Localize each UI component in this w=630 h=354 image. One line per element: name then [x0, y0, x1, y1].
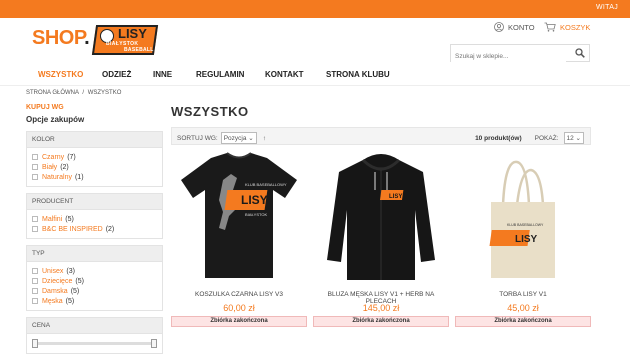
nav-item-kontakt[interactable]: KONTAKT — [265, 70, 304, 79]
svg-text:BIAŁYSTOK: BIAŁYSTOK — [245, 212, 267, 217]
sort-label: SORTUJ WG: — [177, 134, 218, 142]
filter-option[interactable]: Czarny (7) — [32, 152, 157, 162]
logo-sport-text: BASEBALL — [124, 47, 154, 53]
checkbox[interactable] — [32, 278, 38, 284]
main-nav: WSZYSTKO ODZIEŻ INNE REGULAMIN KONTAKT S… — [0, 70, 630, 82]
sidebar-heading: KUPUJ WG — [26, 104, 64, 111]
product-image[interactable]: KLUB BASEBALLOWY LISY BIAŁYSTOK — [171, 150, 307, 285]
product-card[interactable]: LISY BLUZA MĘSKA LISY V1 + HERB NA PLECA… — [313, 150, 449, 330]
filter-option[interactable]: Biały (2) — [32, 162, 157, 172]
slider-min-handle[interactable] — [32, 339, 38, 348]
product-image[interactable]: LISY — [313, 150, 449, 285]
status-badge: Zbiórka zakończona — [455, 316, 591, 327]
limit-select[interactable]: 12 ⌄ — [563, 132, 584, 144]
filter-box-producent: Malfini (5) B&C BE INSPIRED (2) — [26, 210, 163, 239]
account-link[interactable]: KONTO — [494, 22, 535, 32]
checkbox[interactable] — [32, 226, 38, 232]
svg-text:KLUB BASEBALLOWY: KLUB BASEBALLOWY — [245, 182, 287, 187]
search-input[interactable] — [451, 48, 566, 65]
filter-option[interactable]: Naturalny (1) — [32, 172, 157, 182]
nav-divider — [0, 85, 630, 86]
product-name[interactable]: KOSZULKA CZARNA LISY V3 — [171, 291, 307, 298]
filter-box-typ: Unisex (3) Dziecięce (5) Damska (5) Męska (5… — [26, 262, 163, 311]
nav-item-strona-klubu[interactable]: STRONA KLUBU — [326, 70, 390, 79]
sidebar-subheading: Opcje zakupów — [26, 115, 85, 124]
page-title: WSZYSTKO — [171, 104, 249, 119]
search-box — [450, 44, 590, 65]
checkbox[interactable] — [32, 154, 38, 160]
checkbox[interactable] — [32, 164, 38, 170]
breadcrumb-home[interactable]: STRONA GŁÓWNA — [26, 90, 79, 96]
checkbox[interactable] — [32, 174, 38, 180]
breadcrumb: STRONA GŁÓWNA / WSZYSTKO — [26, 90, 121, 96]
filter-box-kolor: Czarny (7) Biały (2) Naturalny (1) — [26, 148, 163, 187]
cart-link[interactable]: KOSZYK — [544, 22, 590, 32]
filter-option[interactable]: Malfini (5) — [32, 214, 157, 224]
search-icon[interactable] — [575, 48, 585, 58]
user-icon — [494, 22, 504, 32]
svg-text:KLUB BASEBALLOWY: KLUB BASEBALLOWY — [507, 223, 544, 227]
checkbox[interactable] — [32, 216, 38, 222]
sort-select[interactable]: Pozycja ⌄ — [220, 132, 257, 144]
filter-option[interactable]: Damska (5) — [32, 286, 157, 296]
filter-title-cena[interactable]: CENA — [26, 317, 163, 334]
slider-max-handle[interactable] — [151, 339, 157, 348]
nav-item-odziez[interactable]: ODZIEŻ — [102, 70, 131, 79]
filter-title-producent[interactable]: PRODUCENT — [26, 193, 163, 210]
nav-item-inne[interactable]: INNE — [153, 70, 172, 79]
top-bar: WITAJ — [0, 0, 630, 18]
checkbox[interactable] — [32, 298, 38, 304]
product-card[interactable]: KLUB BASEBALLOWY LISY TORBA LISY V1 45,0… — [455, 150, 591, 330]
show-label: POKAŻ: — [534, 134, 559, 142]
filter-option[interactable]: Dziecięce (5) — [32, 276, 157, 286]
shop-logo[interactable]: SHOP. LISY BIAŁYSTOK BASEBALL — [32, 25, 162, 55]
cart-icon — [544, 22, 556, 32]
status-badge: Zbiórka zakończona — [313, 316, 449, 327]
filter-option[interactable]: B&C BE INSPIRED (2) — [32, 224, 157, 234]
product-price: 145,00 zł — [362, 303, 400, 313]
slider-track — [32, 342, 157, 345]
nav-item-wszystko[interactable]: WSZYSTKO — [38, 70, 83, 79]
sidebar: KUPUJ WG Opcje zakupów KOLOR Czarny (7) B… — [26, 104, 163, 354]
product-price: 60,00 zł — [223, 303, 255, 313]
product-card[interactable]: KLUB BASEBALLOWY LISY BIAŁYSTOK KOSZULKA… — [171, 150, 307, 330]
product-name[interactable]: TORBA LISY V1 — [455, 291, 591, 298]
svg-text:LISY: LISY — [515, 234, 538, 245]
checkbox[interactable] — [32, 288, 38, 294]
price-slider[interactable] — [26, 334, 163, 354]
filter-option[interactable]: Unisex (3) — [32, 266, 157, 276]
checkbox[interactable] — [32, 268, 38, 274]
greeting-text: WITAJ — [596, 4, 618, 11]
filter-title-kolor[interactable]: KOLOR — [26, 131, 163, 148]
breadcrumb-separator: / — [82, 90, 85, 96]
nav-item-regulamin[interactable]: REGULAMIN — [196, 70, 244, 79]
logo-shop-text: SHOP. — [32, 27, 90, 49]
svg-text:LISY: LISY — [241, 193, 268, 207]
product-image[interactable]: KLUB BASEBALLOWY LISY — [455, 150, 591, 285]
logo-lisy-text: LISY — [118, 26, 147, 41]
account-label: KONTO — [508, 22, 535, 32]
cart-label: KOSZYK — [560, 22, 591, 32]
breadcrumb-current: WSZYSTKO — [87, 90, 122, 96]
product-count: 10 produkt(ów) — [475, 134, 522, 142]
svg-text:LISY: LISY — [389, 194, 402, 200]
filter-option[interactable]: Męska (5) — [32, 296, 157, 306]
toolbar: SORTUJ WG: Pozycja ⌄ ↑ 10 produkt(ów) PO… — [171, 127, 591, 145]
product-price: 45,00 zł — [507, 303, 539, 313]
filter-title-typ[interactable]: TYP — [26, 245, 163, 262]
sort-direction-icon[interactable]: ↑ — [263, 135, 266, 142]
status-badge: Zbiórka zakończona — [171, 316, 307, 327]
